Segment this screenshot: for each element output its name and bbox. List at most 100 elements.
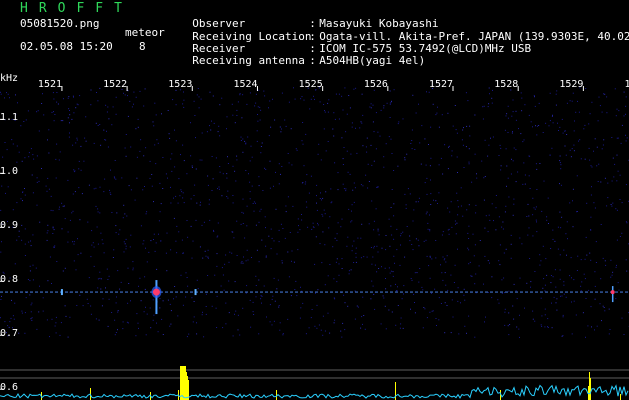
noise-pixel [554,269,556,271]
noise-pixel [323,104,325,105]
noise-pixel [507,105,509,107]
noise-pixel [301,182,303,184]
noise-pixel [471,181,473,183]
noise-pixel [464,299,466,301]
noise-pixel [222,327,224,329]
noise-pixel [17,102,18,104]
noise-pixel [346,150,348,152]
noise-pixel [24,194,26,196]
noise-pixel [611,137,613,138]
noise-pixel [71,212,73,214]
noise-pixel [373,131,375,133]
noise-pixel [16,202,18,204]
noise-pixel [415,201,417,203]
noise-pixel [319,243,321,245]
noise-pixel [512,131,513,132]
noise-pixel [166,270,168,272]
noise-pixel [595,262,597,263]
noise-pixel [550,275,552,276]
noise-pixel [69,114,71,116]
noise-pixel [78,168,80,170]
noise-pixel [353,88,355,90]
noise-pixel [172,99,174,101]
noise-pixel [541,315,543,317]
noise-pixel [177,202,179,204]
noise-pixel [73,96,74,98]
noise-pixel [157,331,159,333]
noise-pixel [294,98,296,100]
noise-pixel [160,240,162,242]
noise-pixel [104,139,106,141]
noise-pixel [145,147,147,149]
noise-pixel [195,219,197,221]
noise-pixel [474,244,476,246]
noise-pixel [58,208,60,210]
noise-pixel [29,280,31,282]
noise-pixel [341,95,343,97]
noise-pixel [430,179,431,181]
noise-pixel [22,191,24,193]
noise-pixel [273,240,275,242]
noise-pixel [513,203,515,205]
noise-pixel [196,322,197,324]
noise-pixel [569,202,571,204]
noise-pixel [65,315,67,317]
noise-pixel [275,171,276,173]
noise-pixel [183,202,185,204]
noise-pixel [483,177,485,179]
noise-pixel [530,121,532,123]
noise-pixel [412,94,414,96]
noise-pixel [15,94,16,96]
noise-pixel [370,144,372,146]
noise-pixel [462,129,464,131]
noise-pixel [101,305,103,307]
noise-pixel [327,111,329,113]
noise-pixel [489,262,490,264]
noise-pixel [524,183,526,185]
noise-pixel [104,178,106,180]
noise-pixel [507,177,509,179]
noise-pixel [182,144,184,146]
noise-pixel [409,235,411,237]
noise-pixel [549,92,551,94]
noise-pixel [370,298,372,300]
noise-pixel [615,298,617,300]
noise-pixel [151,185,153,187]
noise-pixel [616,264,617,266]
noise-pixel [33,158,35,160]
noise-pixel [594,298,596,300]
noise-pixel [199,204,201,206]
noise-pixel [333,112,335,114]
noise-pixel [536,221,537,223]
noise-pixel [215,157,217,159]
noise-pixel [580,259,582,261]
noise-pixel [123,251,125,253]
noise-pixel [560,164,562,166]
noise-pixel [56,101,58,103]
noise-pixel [266,316,267,318]
noise-pixel [589,252,591,254]
noise-pixel [219,171,221,173]
noise-pixel [47,230,49,232]
noise-pixel [478,265,480,267]
noise-pixel [221,195,223,197]
noise-pixel [460,187,462,189]
noise-pixel [383,156,385,158]
noise-pixel [240,262,242,264]
noise-pixel [524,174,526,176]
noise-pixel [498,260,500,262]
noise-pixel [571,301,572,303]
noise-pixel [278,163,280,165]
noise-pixel [169,325,171,327]
noise-pixel [333,135,335,137]
noise-pixel [343,294,345,296]
noise-pixel [145,334,147,336]
noise-pixel [412,220,414,222]
noise-pixel [334,237,336,239]
noise-pixel [499,144,501,146]
noise-pixel [518,128,519,130]
noise-pixel [1,241,2,243]
noise-pixel [552,122,554,124]
noise-pixel [241,261,243,262]
noise-pixel [127,115,129,117]
